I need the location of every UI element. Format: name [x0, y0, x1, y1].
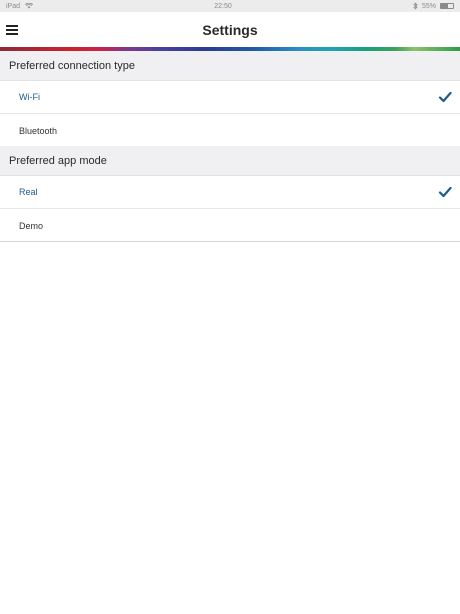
option-wifi[interactable]: Wi-Fi: [0, 81, 460, 114]
option-label: Wi-Fi: [19, 92, 40, 102]
battery-level: [441, 4, 448, 8]
hamburger-menu-icon[interactable]: [6, 22, 22, 38]
device-name: iPad: [6, 2, 21, 10]
option-real[interactable]: Real: [0, 176, 460, 209]
wifi-icon: [25, 3, 34, 9]
status-bar-left: iPad: [6, 2, 34, 10]
section-header-connection-type: Preferred connection type: [0, 51, 460, 81]
page-title: Settings: [202, 22, 258, 38]
status-time: 22:50: [214, 2, 232, 10]
option-demo[interactable]: Demo: [0, 209, 460, 242]
status-bar: iPad 22:50 55%: [0, 0, 460, 12]
status-bar-right: 55%: [413, 2, 454, 10]
option-label: Real: [19, 187, 38, 197]
option-bluetooth[interactable]: Bluetooth: [0, 114, 460, 147]
option-label: Demo: [19, 220, 44, 231]
bluetooth-icon: [413, 2, 418, 10]
app-header: Settings: [0, 12, 460, 48]
checkmark-icon: [438, 186, 452, 198]
list-bottom-divider: [0, 241, 460, 242]
option-label: Bluetooth: [19, 125, 58, 136]
battery-percentage: 55%: [421, 2, 436, 10]
section-header-app-mode: Preferred app mode: [0, 146, 460, 176]
section-title: Preferred app mode: [9, 154, 107, 167]
section-title: Preferred connection type: [9, 59, 135, 72]
battery-icon: [440, 3, 454, 9]
checkmark-icon: [438, 91, 452, 103]
